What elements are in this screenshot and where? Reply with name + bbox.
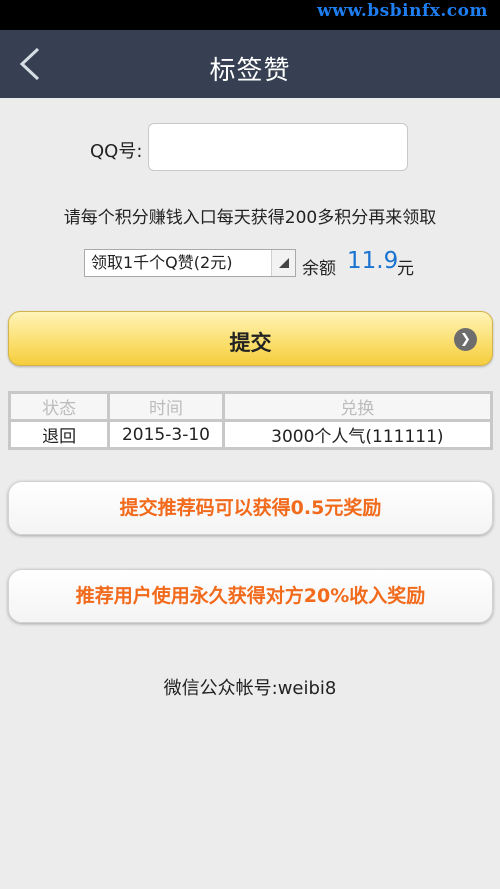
dropdown-arrow-icon <box>271 250 295 276</box>
table-header-row: 状态 时间 兑换 <box>7 391 494 422</box>
balance-value: 11.9 <box>347 248 399 274</box>
refer-user-button[interactable]: 推荐用户使用永久获得对方20%收入奖励 <box>8 569 493 623</box>
page-title: 标签赞 <box>209 56 291 86</box>
qq-input[interactable] <box>148 123 408 171</box>
column-header: 时间 <box>107 391 225 422</box>
info-text: 请每个积分赚钱入口每天获得200多积分再来领取 <box>63 208 437 228</box>
package-select-value: 领取1千个Q赞(2元) <box>91 253 233 272</box>
table-row: 退回 2015-3-10 3000个人气(111111) <box>7 419 494 450</box>
watermark: www.bsbinfx.com <box>317 1 488 21</box>
submit-label: 提交 <box>229 331 272 355</box>
submit-button[interactable]: 提交 ❯ <box>8 311 493 366</box>
records-table: 状态 时间 兑换 退回 2015-3-10 3000个人气(111111) <box>7 391 494 450</box>
balance-label: 余额 <box>302 259 336 279</box>
record-time: 2015-3-10 <box>107 419 225 450</box>
record-status: 退回 <box>7 419 111 450</box>
referral-code-button[interactable]: 提交推荐码可以获得0.5元奖励 <box>8 481 493 535</box>
column-header: 兑换 <box>221 391 494 422</box>
title-bar: 标签赞 <box>0 30 500 98</box>
chevron-right-circle-icon: ❯ <box>454 328 477 351</box>
package-select[interactable]: 领取1千个Q赞(2元) <box>84 249 296 277</box>
wechat-account: 微信公众帐号:weibi8 <box>163 678 337 699</box>
status-bar: www.bsbinfx.com <box>0 0 500 30</box>
qq-label: QQ号: <box>90 141 143 162</box>
column-header: 状态 <box>7 391 111 422</box>
balance-unit: 元 <box>397 259 414 279</box>
record-exchange: 3000个人气(111111) <box>221 419 494 450</box>
